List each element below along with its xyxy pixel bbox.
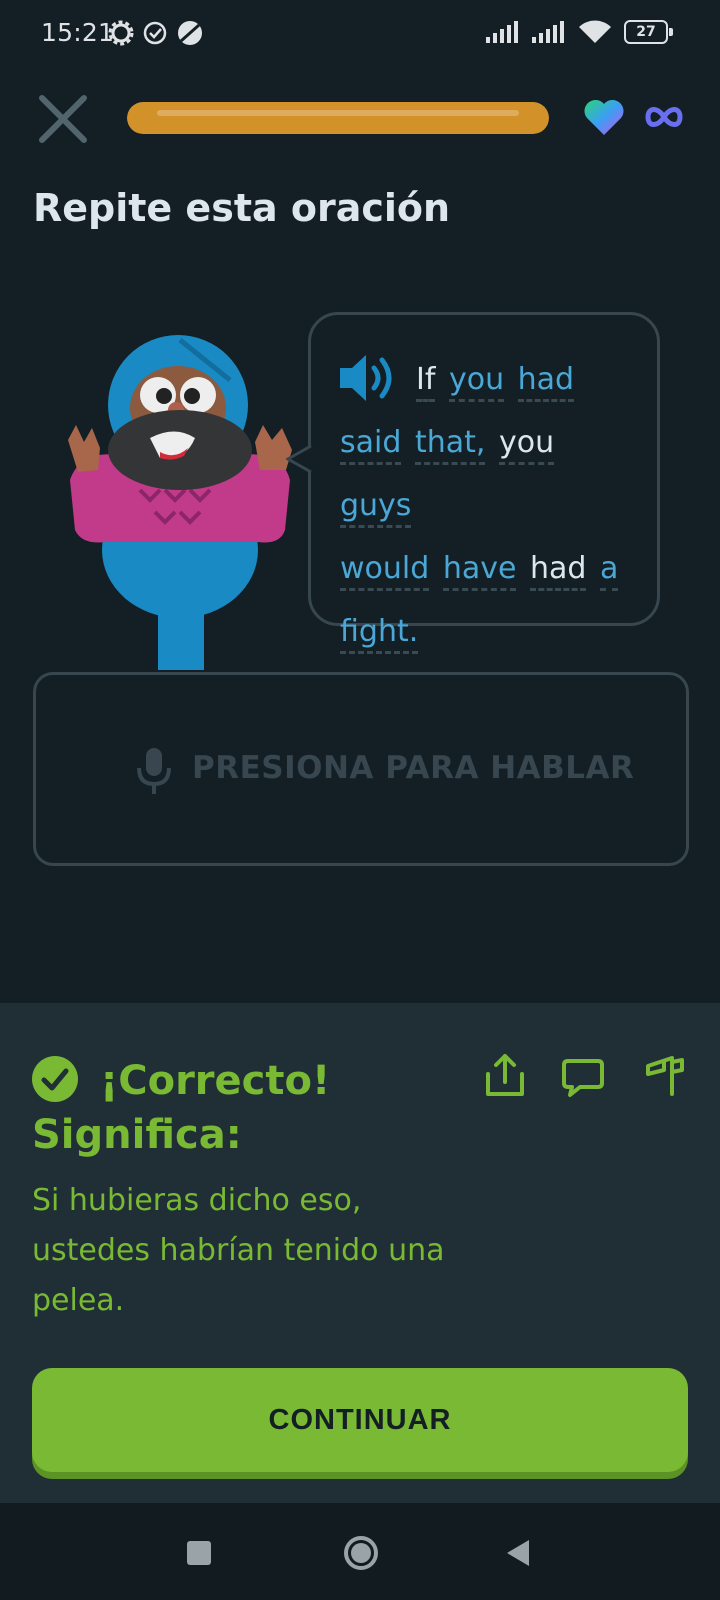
dnd-icon: [178, 21, 202, 45]
signal-icon: [532, 21, 564, 43]
sentence: If you had said that, you guys would hav…: [340, 348, 640, 663]
press-to-speak-label: PRESIONA PARA HABLAR: [192, 750, 635, 786]
word[interactable]: have: [442, 550, 517, 591]
word[interactable]: had: [530, 550, 587, 591]
speech-bubble-tail: [286, 446, 312, 472]
page-title: Repite esta oración: [33, 186, 451, 230]
share-icon[interactable]: [484, 1052, 526, 1098]
word[interactable]: you: [498, 424, 555, 465]
word[interactable]: you: [448, 361, 505, 402]
recent-apps-icon[interactable]: [187, 1541, 211, 1565]
status-icons-right: 27: [486, 20, 673, 44]
status-icons-left: [108, 20, 204, 46]
battery-icon: 27: [624, 20, 673, 44]
translation-text: Si hubieras dicho eso, ustedes habrían t…: [32, 1183, 445, 1318]
continue-button[interactable]: CONTINUAR: [32, 1368, 688, 1472]
status-time: 15:21: [41, 18, 115, 47]
battery-level: 27: [636, 24, 656, 40]
infinity-icon[interactable]: [644, 102, 684, 132]
home-icon[interactable]: [343, 1535, 379, 1571]
signal-icon: [486, 21, 518, 43]
word[interactable]: would: [340, 550, 430, 591]
settings-gear-icon: [108, 20, 134, 46]
report-flag-icon[interactable]: [644, 1052, 686, 1098]
microphone-icon: [137, 748, 171, 794]
check-circle-icon: [32, 1056, 78, 1102]
word[interactable]: fight.: [340, 613, 419, 654]
word[interactable]: a: [600, 550, 619, 591]
heart-icon[interactable]: [582, 97, 626, 137]
character-illustration: [68, 335, 292, 670]
continue-label: CONTINUAR: [268, 1404, 452, 1436]
wifi-icon: [579, 20, 611, 43]
word[interactable]: that,: [414, 424, 486, 465]
word[interactable]: said: [340, 424, 402, 465]
means-label: Significa:: [32, 1112, 242, 1158]
lesson-progress-bar: [127, 102, 549, 134]
back-icon[interactable]: [505, 1538, 531, 1568]
word[interactable]: guys: [340, 487, 412, 528]
word[interactable]: If: [416, 361, 436, 402]
word[interactable]: had: [517, 361, 575, 402]
result-status: ¡Correcto!: [100, 1058, 331, 1104]
progress-fill: [127, 102, 549, 134]
close-icon[interactable]: [36, 92, 90, 146]
check-circle-icon: [143, 21, 167, 45]
comment-icon[interactable]: [562, 1054, 604, 1100]
